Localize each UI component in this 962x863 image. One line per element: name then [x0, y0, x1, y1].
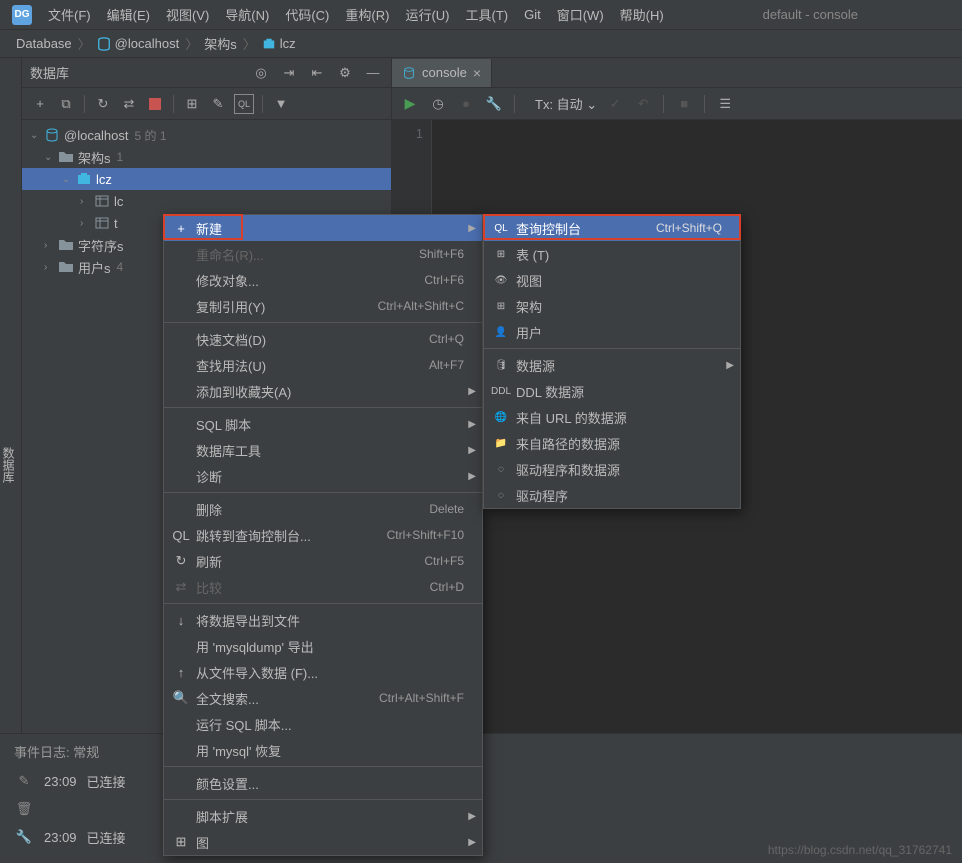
ctx-item[interactable]: 👤用户: [484, 319, 740, 345]
ctx-item[interactable]: 查找用法(U)Alt+F7: [164, 352, 482, 378]
tree-node-table-lc[interactable]: › lc: [22, 190, 391, 212]
crumb-sep: 〉: [76, 34, 93, 53]
menu-edit[interactable]: 编辑(E): [99, 1, 158, 28]
stop-icon[interactable]: [145, 94, 165, 114]
ctx-item[interactable]: 添加到收藏夹(A)▶: [164, 378, 482, 404]
ctx-item[interactable]: ⊞图▶: [164, 829, 482, 855]
menu-git[interactable]: Git: [516, 3, 549, 26]
refresh-icon[interactable]: ↻: [93, 94, 113, 114]
ctx-item[interactable]: 脚本扩展▶: [164, 803, 482, 829]
run-icon[interactable]: ▶: [400, 94, 420, 114]
menu-run[interactable]: 运行(U): [397, 1, 457, 28]
ctx-item[interactable]: SQL 脚本▶: [164, 411, 482, 437]
tab-console[interactable]: console ×: [392, 59, 492, 87]
menu-code[interactable]: 代码(C): [277, 1, 337, 28]
ctx-item[interactable]: ⊞表 (T): [484, 241, 740, 267]
circle-icon[interactable]: ●: [456, 94, 476, 114]
close-icon[interactable]: ×: [473, 65, 481, 81]
crumb-database[interactable]: Database: [12, 36, 76, 51]
app-title: default - console: [763, 7, 858, 22]
ctx-item[interactable]: 用 'mysql' 恢复: [164, 737, 482, 763]
tx-mode[interactable]: Tx: 自动 ⌄: [535, 94, 597, 113]
context-menu-main: +新建▶重命名(R)...Shift+F6修改对象...Ctrl+F6复制引用(…: [163, 214, 483, 856]
history-icon[interactable]: ◷: [428, 94, 448, 114]
ctx-item[interactable]: 诊断▶: [164, 463, 482, 489]
wrench-icon[interactable]: 🔧: [484, 94, 504, 114]
tree-node-host[interactable]: ⌄ @localhost 5 的 1: [22, 124, 391, 146]
gear-icon[interactable]: ⚙: [335, 63, 355, 83]
layout-icon[interactable]: ☰: [715, 94, 735, 114]
ctx-item[interactable]: 删除Delete: [164, 496, 482, 522]
ctx-item[interactable]: 🌐来自 URL 的数据源: [484, 404, 740, 430]
collapse-icon[interactable]: ⇤: [307, 63, 327, 83]
ctx-item[interactable]: 📁来自路径的数据源: [484, 430, 740, 456]
editor-toolbar: ▶ ◷ ● 🔧 Tx: 自动 ⌄ ✓ ↶ ■ ☰: [392, 88, 962, 120]
ctx-item[interactable]: QL查询控制台Ctrl+Shift+Q: [484, 215, 740, 241]
menu-window[interactable]: 窗口(W): [549, 1, 612, 28]
expand-icon[interactable]: ⇥: [279, 63, 299, 83]
ctx-item[interactable]: 运行 SQL 脚本...: [164, 711, 482, 737]
ctx-item[interactable]: +新建▶: [164, 215, 482, 241]
ctx-item: 重命名(R)...Shift+F6: [164, 241, 482, 267]
watermark: https://blog.csdn.net/qq_31762741: [768, 843, 952, 857]
ctx-item[interactable]: 快速文档(D)Ctrl+Q: [164, 326, 482, 352]
edit-icon: ✎: [14, 773, 34, 789]
ql-icon[interactable]: QL: [234, 94, 254, 114]
ctx-item[interactable]: 数据库工具▶: [164, 437, 482, 463]
menu-refactor[interactable]: 重构(R): [337, 1, 397, 28]
ctx-item[interactable]: 👁视图: [484, 267, 740, 293]
context-menu-new: QL查询控制台Ctrl+Shift+Q⊞表 (T)👁视图⊞架构👤用户 🛢数据源▶D…: [483, 214, 741, 509]
ctx-item[interactable]: 复制引用(Y)Ctrl+Alt+Shift+C: [164, 293, 482, 319]
ctx-item[interactable]: DDLDDL 数据源: [484, 378, 740, 404]
menu-navigate[interactable]: 导航(N): [217, 1, 277, 28]
tree-node-schemas[interactable]: ⌄ 架构s 1: [22, 146, 391, 168]
crumb-schemas[interactable]: 架构s: [200, 34, 241, 53]
target-icon[interactable]: ◎: [251, 63, 271, 83]
commit-icon[interactable]: ✓: [605, 94, 625, 114]
app-icon: DG: [12, 5, 32, 25]
hide-icon[interactable]: —: [363, 63, 383, 83]
sync-icon[interactable]: ⇄: [119, 94, 139, 114]
stop2-icon[interactable]: ■: [674, 94, 694, 114]
rollback-icon[interactable]: ↶: [633, 94, 653, 114]
ctx-item[interactable]: 颜色设置...: [164, 770, 482, 796]
tree-node-lcz[interactable]: ⌄ lcz: [22, 168, 391, 190]
menu-tools[interactable]: 工具(T): [457, 1, 516, 28]
edit-icon[interactable]: ✎: [208, 94, 228, 114]
ctx-item: ⇄比较Ctrl+D: [164, 574, 482, 600]
menu-help[interactable]: 帮助(H): [612, 1, 672, 28]
ctx-item[interactable]: QL跳转到查询控制台...Ctrl+Shift+F10: [164, 522, 482, 548]
wrench-icon: 🔧: [14, 829, 34, 845]
menu-file[interactable]: 文件(F): [40, 1, 99, 28]
db-toolbar: + ⧉ ↻ ⇄ ⊞ ✎ QL ▼: [22, 88, 391, 120]
crumb-host[interactable]: @localhost: [93, 36, 184, 52]
duplicate-icon[interactable]: ⧉: [56, 94, 76, 114]
panel-title: 数据库: [30, 63, 69, 82]
ctx-item[interactable]: 🔍全文搜索...Ctrl+Alt+Shift+F: [164, 685, 482, 711]
ctx-item[interactable]: ◌驱动程序: [484, 482, 740, 508]
trash-icon: 🗑: [14, 801, 34, 817]
add-icon[interactable]: +: [30, 94, 50, 114]
breadcrumb: Database 〉 @localhost 〉 架构s 〉 lcz: [0, 30, 962, 58]
ctx-item[interactable]: ↓将数据导出到文件: [164, 607, 482, 633]
ctx-item[interactable]: 用 'mysqldump' 导出: [164, 633, 482, 659]
crumb-sep: 〉: [183, 34, 200, 53]
crumb-sep: 〉: [241, 34, 258, 53]
ctx-item[interactable]: ↻刷新Ctrl+F5: [164, 548, 482, 574]
ctx-item[interactable]: ◌驱动程序和数据源: [484, 456, 740, 482]
line-number: 1: [392, 126, 423, 141]
ctx-item[interactable]: 修改对象...Ctrl+F6: [164, 267, 482, 293]
menubar: DG 文件(F) 编辑(E) 视图(V) 导航(N) 代码(C) 重构(R) 运…: [0, 0, 962, 30]
table-icon[interactable]: ⊞: [182, 94, 202, 114]
menu-view[interactable]: 视图(V): [158, 1, 217, 28]
crumb-lcz[interactable]: lcz: [258, 36, 300, 52]
ctx-item[interactable]: 🛢数据源▶: [484, 352, 740, 378]
filter-icon[interactable]: ▼: [271, 94, 291, 114]
ctx-item[interactable]: ⊞架构: [484, 293, 740, 319]
ctx-item[interactable]: ↑从文件导入数据 (F)...: [164, 659, 482, 685]
